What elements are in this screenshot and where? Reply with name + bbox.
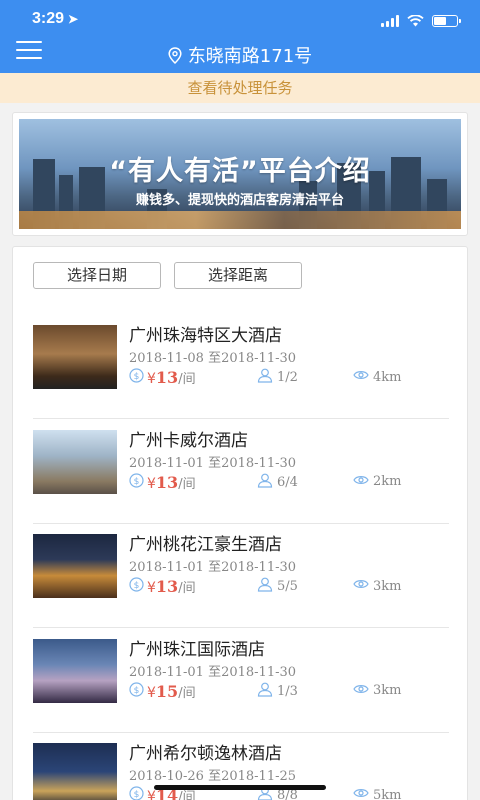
location-selector[interactable]: 东晓南路171号 (0, 42, 480, 69)
price-value: 13 (155, 577, 179, 596)
price: $ ¥ 13 /间 (129, 473, 196, 492)
hotel-thumbnail (33, 429, 117, 494)
distance: 2km (353, 473, 401, 491)
svg-text:$: $ (134, 372, 140, 382)
person-icon (257, 682, 273, 701)
distance: 3km (353, 577, 401, 595)
staff-count-value: 5/5 (277, 579, 298, 594)
price: $ ¥ 13 /间 (129, 577, 196, 596)
hotel-meta: $ ¥ 13 /间 1/2 4km (129, 368, 449, 388)
hotel-list-item[interactable]: 广州卡威尔酒店 2018-11-01 至2018-11-30 $ ¥ 13 /间… (33, 420, 449, 524)
hotel-dates: 2018-10-26 至2018-11-25 (129, 769, 297, 784)
status-time-text: 3:29 (32, 10, 65, 27)
person-icon (257, 473, 273, 492)
hotel-meta: $ ¥ 13 /间 6/4 2km (129, 473, 449, 493)
select-distance-button[interactable]: 选择距离 (174, 262, 302, 289)
price: $ ¥ 15 /间 (129, 682, 196, 701)
hotel-meta: $ ¥ 15 /间 1/3 3km (129, 682, 449, 702)
svg-text:$: $ (134, 476, 140, 486)
distance-value: 4km (373, 369, 402, 385)
staff-count: 6/4 (257, 473, 298, 492)
distance: 5km (353, 786, 401, 800)
hotel-list-card: 选择日期 选择距离 广州珠海特区大酒店 2018-11-08 至2018-11-… (12, 246, 468, 800)
location-icon (353, 682, 369, 700)
location-icon (353, 786, 369, 800)
home-indicator (154, 785, 326, 790)
hotel-name: 广州希尔顿逸林酒店 (129, 744, 282, 764)
hotel-thumbnail (33, 534, 117, 598)
hotel-thumbnail (33, 743, 117, 800)
battery-icon (432, 15, 461, 27)
currency-symbol: ¥ (147, 475, 156, 492)
price-unit: /间 (178, 685, 196, 701)
status-bar: 3:29 ➤ (0, 10, 480, 34)
currency-symbol: ¥ (147, 789, 156, 800)
hotel-dates: 2018-11-08 至2018-11-30 (129, 351, 297, 366)
staff-count-value: 1/2 (277, 370, 298, 385)
hotel-list-item[interactable]: 广州珠海特区大酒店 2018-11-08 至2018-11-30 $ ¥ 13 … (33, 315, 449, 419)
hotel-name: 广州卡威尔酒店 (129, 430, 248, 451)
banner-subtitle: 赚钱多、提现快的酒店客房清洁平台 (135, 193, 344, 208)
location-icon (353, 473, 369, 491)
distance: 4km (353, 368, 401, 386)
svg-text:$: $ (134, 685, 140, 695)
coin-icon: $ (129, 786, 144, 800)
distance-value: 3km (373, 578, 402, 594)
hotel-meta: $ ¥ 13 /间 5/5 3km (129, 577, 449, 597)
hotel-thumbnail (33, 325, 117, 389)
hotel-name: 广州珠海特区大酒店 (129, 326, 282, 346)
hotel-thumbnail (33, 638, 117, 703)
pending-tasks-link[interactable]: 查看待处理任务 (0, 73, 480, 103)
platform-intro-banner[interactable]: “有人有活”平台介绍 赚钱多、提现快的酒店客房清洁平台 (19, 119, 461, 229)
distance-value: 2km (373, 474, 402, 489)
banner-title: “有人有活”平台介绍 (109, 156, 371, 187)
top-bar: 3:29 ➤ 东晓南路171号 (0, 0, 480, 73)
hotel-dates: 2018-11-01 至2018-11-30 (129, 664, 297, 680)
hotel-name: 广州珠江国际酒店 (129, 639, 265, 660)
staff-count: 5/5 (257, 577, 298, 596)
price-unit: /间 (178, 581, 196, 596)
coin-icon: $ (129, 368, 144, 387)
address-label: 东晓南路171号 (187, 46, 313, 67)
status-time: 3:29 ➤ (32, 10, 78, 28)
price: $ ¥ 13 /间 (129, 368, 196, 387)
person-icon (257, 577, 273, 596)
location-pin-icon (168, 47, 182, 69)
system-icons (381, 13, 461, 29)
select-date-button[interactable]: 选择日期 (33, 262, 161, 289)
distance-value: 3km (373, 683, 402, 698)
staff-count: 1/3 (257, 682, 298, 701)
hotel-list-item[interactable]: 广州桃花江豪生酒店 2018-11-01 至2018-11-30 $ ¥ 13 … (33, 524, 449, 628)
price-value: 13 (155, 472, 179, 492)
currency-symbol: ¥ (147, 684, 156, 701)
distance-value: 5km (373, 787, 402, 800)
signal-icon (381, 15, 399, 27)
location-icon (353, 577, 369, 595)
price-value: 15 (155, 681, 179, 701)
price-unit: /间 (178, 372, 196, 387)
hotel-dates: 2018-11-01 至2018-11-30 (129, 560, 297, 575)
price-value: 13 (155, 368, 179, 387)
currency-symbol: ¥ (147, 580, 156, 596)
svg-text:$: $ (134, 790, 140, 800)
currency-symbol: ¥ (147, 371, 156, 387)
hotel-name: 广州桃花江豪生酒店 (129, 535, 282, 555)
wifi-icon (407, 15, 424, 27)
price-unit: /间 (178, 476, 196, 492)
coin-icon: $ (129, 577, 144, 596)
coin-icon: $ (129, 681, 144, 701)
pending-tasks-label: 查看待处理任务 (187, 79, 293, 97)
hotel-dates: 2018-11-01 至2018-11-30 (129, 455, 297, 471)
staff-count: 1/2 (257, 368, 298, 387)
location-icon (353, 368, 369, 386)
location-arrow-icon: ➤ (68, 12, 79, 26)
staff-count-value: 1/3 (277, 683, 298, 699)
staff-count-value: 6/4 (277, 474, 298, 490)
hotel-list-item[interactable]: 广州珠江国际酒店 2018-11-01 至2018-11-30 $ ¥ 15 /… (33, 629, 449, 733)
person-icon (257, 368, 273, 387)
coin-icon: $ (129, 472, 144, 492)
banner-card: “有人有活”平台介绍 赚钱多、提现快的酒店客房清洁平台 (12, 112, 468, 236)
distance: 3km (353, 682, 401, 700)
svg-text:$: $ (134, 581, 140, 591)
